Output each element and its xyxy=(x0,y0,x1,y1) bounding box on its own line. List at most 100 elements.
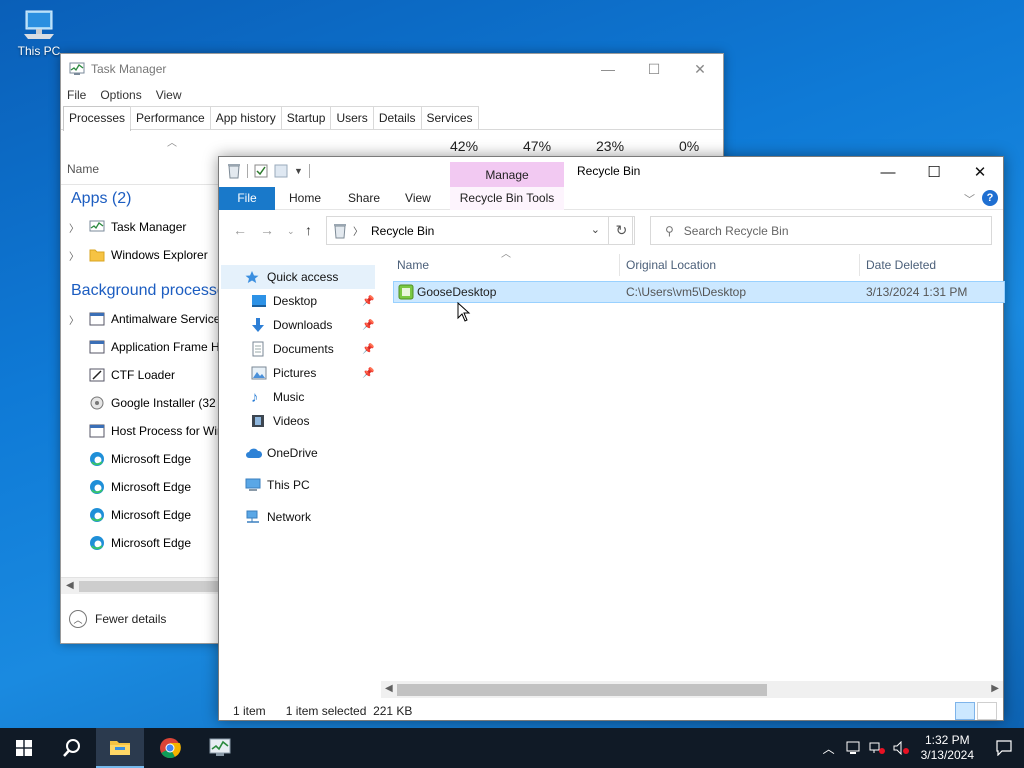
breadcrumb-separator-icon[interactable]: 〉 xyxy=(353,223,363,238)
tab-details[interactable]: Details xyxy=(372,106,422,129)
recycle-bin-icon xyxy=(334,223,346,238)
menu-view[interactable]: View xyxy=(156,88,182,102)
pin-icon[interactable]: 📌 xyxy=(362,368,374,379)
manage-tab[interactable]: Manage xyxy=(450,162,564,190)
network-status-icon[interactable] xyxy=(841,741,865,755)
maximize-button[interactable]: ☐ xyxy=(911,157,957,187)
back-arrow-icon[interactable]: ← xyxy=(233,222,247,238)
sidebar-item-quick-access[interactable]: Quick access xyxy=(221,265,375,289)
tab-performance[interactable]: Performance xyxy=(130,106,211,129)
refresh-button[interactable]: ↻ xyxy=(608,216,635,245)
column-disk[interactable]: 23% xyxy=(596,138,624,154)
menu-file[interactable]: File xyxy=(67,88,86,102)
search-placeholder: Search Recycle Bin xyxy=(683,223,789,238)
pin-icon[interactable]: 📌 xyxy=(362,344,374,355)
sidebar-label: Pictures xyxy=(273,366,317,380)
taskbar-chrome[interactable] xyxy=(146,728,194,768)
sidebar-label: Music xyxy=(273,390,305,404)
pen-icon xyxy=(89,368,111,382)
column-network[interactable]: 0% xyxy=(679,138,699,154)
edge-icon xyxy=(89,535,111,551)
new-folder-icon[interactable] xyxy=(274,164,288,178)
column-original-location[interactable]: Original Location xyxy=(626,258,716,272)
file-name: GooseDesktop xyxy=(417,285,497,299)
scroll-left-icon[interactable]: ◀ xyxy=(385,683,393,694)
breadcrumb-recycle-bin[interactable]: Recycle Bin xyxy=(371,224,434,238)
pin-icon[interactable]: 📌 xyxy=(362,320,374,331)
sidebar-item-onedrive[interactable]: OneDrive xyxy=(219,441,379,465)
scroll-left-icon[interactable]: ◀ xyxy=(66,580,74,591)
search-box[interactable]: ⚲ Search Recycle Bin xyxy=(650,216,992,245)
recent-locations-icon[interactable]: ⌄ xyxy=(287,226,295,237)
ribbon-tab-file[interactable]: File xyxy=(219,186,275,210)
action-center-button[interactable] xyxy=(984,740,1024,756)
close-button[interactable]: ✕ xyxy=(677,54,723,84)
expand-ribbon-icon[interactable]: ﹀ xyxy=(964,191,975,207)
sidebar-item-downloads[interactable]: Downloads 📌 xyxy=(219,313,379,337)
menu-options[interactable]: Options xyxy=(100,88,141,102)
explorer-titlebar[interactable]: ▼ Manage Recycle Bin — ☐ ✕ xyxy=(219,157,1003,190)
help-icon[interactable]: ? xyxy=(982,190,998,206)
ribbon-tab-home[interactable]: Home xyxy=(289,191,321,205)
maximize-button[interactable]: ☐ xyxy=(631,54,677,84)
column-memory[interactable]: 47% xyxy=(523,138,551,154)
customize-toolbar-dropdown-icon[interactable]: ▼ xyxy=(294,166,303,176)
sidebar-item-pictures[interactable]: Pictures 📌 xyxy=(219,361,379,385)
sidebar-item-videos[interactable]: Videos xyxy=(219,409,379,433)
expand-chevron-icon[interactable]: 〉 xyxy=(69,220,89,235)
sidebar-item-network[interactable]: Network xyxy=(219,505,379,529)
file-row[interactable]: GooseDesktop C:\Users\vm5\Desktop 3/13/2… xyxy=(393,281,1005,303)
tab-processes[interactable]: Processes xyxy=(63,106,132,131)
expand-chevron-icon[interactable]: 〉 xyxy=(69,248,89,263)
taskbar-file-explorer[interactable] xyxy=(96,728,144,768)
column-date-deleted[interactable]: Date Deleted xyxy=(866,258,936,272)
mouse-cursor-icon xyxy=(457,302,471,322)
search-button[interactable] xyxy=(48,728,96,768)
start-button[interactable] xyxy=(0,728,48,768)
details-view-icon[interactable] xyxy=(955,702,975,720)
tab-services[interactable]: Services xyxy=(420,106,479,129)
column-name[interactable]: Name xyxy=(67,162,99,176)
sidebar-item-music[interactable]: ♪ Music xyxy=(219,385,379,409)
fewer-details-button[interactable]: ︿ Fewer details xyxy=(61,604,166,634)
taskbar-task-manager[interactable] xyxy=(196,728,244,768)
status-bar: 1 item 1 item selected 221 KB xyxy=(219,700,1003,722)
tab-users[interactable]: Users xyxy=(330,106,374,129)
properties-icon[interactable] xyxy=(254,164,268,178)
ribbon-tab-view[interactable]: View xyxy=(405,191,431,205)
sidebar-label: Downloads xyxy=(273,318,333,332)
task-manager-menubar: File Options View xyxy=(61,84,723,106)
process-name: Microsoft Edge xyxy=(111,452,192,466)
large-icons-view-icon[interactable] xyxy=(977,702,997,720)
column-cpu[interactable]: 42% xyxy=(450,138,478,154)
expand-chevron-icon[interactable]: 〉 xyxy=(69,312,89,327)
desktop-folder-icon xyxy=(251,294,273,308)
task-manager-titlebar[interactable]: Task Manager — ☐ ✕ xyxy=(61,54,723,84)
ribbon-tab-recycle-bin-tools[interactable]: Recycle Bin Tools xyxy=(450,187,564,210)
system-tray: ︿ 1:32 PM 3/13/2024 xyxy=(817,728,1024,768)
process-name: Task Manager xyxy=(111,220,187,234)
sidebar-item-this-pc[interactable]: This PC xyxy=(219,473,379,497)
sidebar-item-documents[interactable]: Documents 📌 xyxy=(219,337,379,361)
address-dropdown-icon[interactable]: ⌄ xyxy=(591,223,600,236)
forward-arrow-icon[interactable]: → xyxy=(260,222,274,238)
tab-startup[interactable]: Startup xyxy=(280,106,332,129)
ribbon-tab-share[interactable]: Share xyxy=(348,191,380,205)
address-bar[interactable]: 〉 Recycle Bin ⌄ xyxy=(326,216,633,245)
sidebar-item-desktop[interactable]: Desktop 📌 xyxy=(219,289,379,313)
column-name[interactable]: Name xyxy=(397,258,429,272)
clock[interactable]: 1:32 PM 3/13/2024 xyxy=(921,733,974,763)
scroll-right-icon[interactable]: ▶ xyxy=(991,683,999,694)
pin-icon[interactable]: 📌 xyxy=(362,296,374,307)
volume-muted-icon[interactable] xyxy=(889,741,913,755)
minimize-button[interactable]: — xyxy=(585,54,631,84)
show-hidden-icons-chevron-icon[interactable]: ︿ xyxy=(817,740,841,757)
desktop-icon-this-pc[interactable]: This PC xyxy=(14,8,64,58)
minimize-button[interactable]: — xyxy=(865,157,911,187)
explorer-horizontal-scrollbar[interactable]: ◀ ▶ xyxy=(381,681,1003,698)
tab-app-history[interactable]: App history xyxy=(209,106,282,129)
network-disconnected-icon[interactable] xyxy=(865,741,889,755)
scrollbar-thumb[interactable] xyxy=(397,684,767,696)
close-button[interactable]: ✕ xyxy=(957,157,1003,187)
up-arrow-icon[interactable]: ↑ xyxy=(305,222,312,238)
